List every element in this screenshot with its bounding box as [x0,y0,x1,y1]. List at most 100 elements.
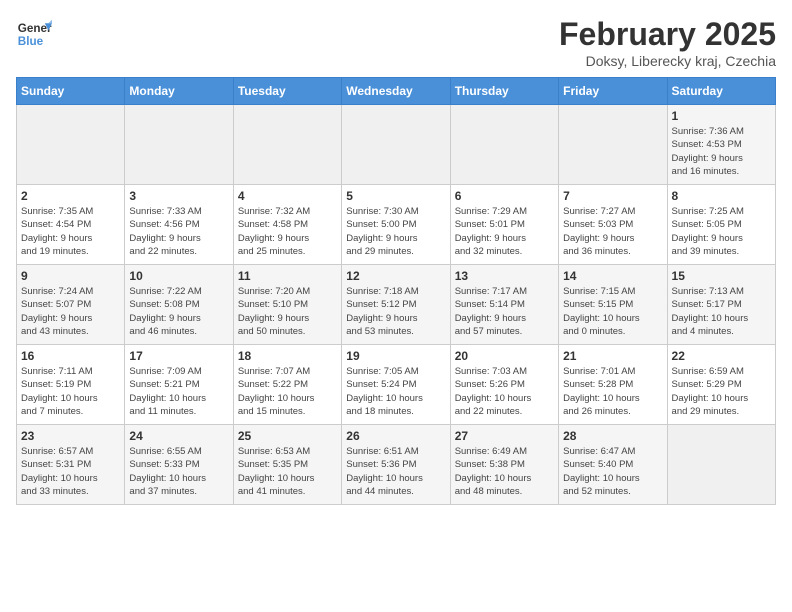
day-info: Sunrise: 7:01 AM Sunset: 5:28 PM Dayligh… [563,365,662,418]
day-number: 23 [21,429,120,443]
day-number: 24 [129,429,228,443]
calendar-cell: 25 Sunrise: 6:53 AM Sunset: 5:35 PM Dayli… [233,425,341,505]
calendar-cell [342,105,450,185]
day-info: Sunrise: 7:11 AM Sunset: 5:19 PM Dayligh… [21,365,120,418]
day-info: Sunrise: 7:15 AM Sunset: 5:15 PM Dayligh… [563,285,662,338]
day-number: 3 [129,189,228,203]
calendar-cell: 11 Sunrise: 7:20 AM Sunset: 5:10 PM Dayli… [233,265,341,345]
month-title: February 2025 [559,16,776,53]
calendar-cell: 19 Sunrise: 7:05 AM Sunset: 5:24 PM Dayli… [342,345,450,425]
calendar-week-row: 9 Sunrise: 7:24 AM Sunset: 5:07 PM Daylig… [17,265,776,345]
day-number: 16 [21,349,120,363]
calendar-cell [450,105,558,185]
calendar-cell: 23 Sunrise: 6:57 AM Sunset: 5:31 PM Dayli… [17,425,125,505]
day-info: Sunrise: 7:25 AM Sunset: 5:05 PM Dayligh… [672,205,771,258]
day-info: Sunrise: 7:22 AM Sunset: 5:08 PM Dayligh… [129,285,228,338]
calendar-cell: 5 Sunrise: 7:30 AM Sunset: 5:00 PM Daylig… [342,185,450,265]
title-block: February 2025 Doksy, Liberecky kraj, Cze… [559,16,776,69]
calendar-cell: 7 Sunrise: 7:27 AM Sunset: 5:03 PM Daylig… [559,185,667,265]
calendar-cell: 21 Sunrise: 7:01 AM Sunset: 5:28 PM Dayli… [559,345,667,425]
day-number: 9 [21,269,120,283]
col-header-monday: Monday [125,78,233,105]
page-header: General Blue February 2025 Doksy, Libere… [16,16,776,69]
col-header-saturday: Saturday [667,78,775,105]
day-info: Sunrise: 6:47 AM Sunset: 5:40 PM Dayligh… [563,445,662,498]
calendar-cell [125,105,233,185]
day-number: 14 [563,269,662,283]
day-number: 5 [346,189,445,203]
calendar-cell [17,105,125,185]
day-number: 8 [672,189,771,203]
day-info: Sunrise: 7:09 AM Sunset: 5:21 PM Dayligh… [129,365,228,418]
day-info: Sunrise: 7:07 AM Sunset: 5:22 PM Dayligh… [238,365,337,418]
day-info: Sunrise: 7:29 AM Sunset: 5:01 PM Dayligh… [455,205,554,258]
day-info: Sunrise: 6:57 AM Sunset: 5:31 PM Dayligh… [21,445,120,498]
day-info: Sunrise: 6:59 AM Sunset: 5:29 PM Dayligh… [672,365,771,418]
location-subtitle: Doksy, Liberecky kraj, Czechia [559,53,776,69]
logo: General Blue [16,16,52,52]
calendar-cell: 2Sunrise: 7:35 AM Sunset: 4:54 PM Daylig… [17,185,125,265]
day-number: 6 [455,189,554,203]
day-info: Sunrise: 7:33 AM Sunset: 4:56 PM Dayligh… [129,205,228,258]
calendar-week-row: 16 Sunrise: 7:11 AM Sunset: 5:19 PM Dayli… [17,345,776,425]
calendar-cell: 28 Sunrise: 6:47 AM Sunset: 5:40 PM Dayli… [559,425,667,505]
day-number: 18 [238,349,337,363]
day-number: 10 [129,269,228,283]
calendar-week-row: 1Sunrise: 7:36 AM Sunset: 4:53 PM Daylig… [17,105,776,185]
calendar-cell: 8 Sunrise: 7:25 AM Sunset: 5:05 PM Daylig… [667,185,775,265]
day-number: 15 [672,269,771,283]
calendar-cell: 3 Sunrise: 7:33 AM Sunset: 4:56 PM Daylig… [125,185,233,265]
col-header-friday: Friday [559,78,667,105]
calendar-cell: 27 Sunrise: 6:49 AM Sunset: 5:38 PM Dayli… [450,425,558,505]
day-number: 13 [455,269,554,283]
calendar-week-row: 2Sunrise: 7:35 AM Sunset: 4:54 PM Daylig… [17,185,776,265]
calendar-cell: 17 Sunrise: 7:09 AM Sunset: 5:21 PM Dayli… [125,345,233,425]
calendar-cell: 12Sunrise: 7:18 AM Sunset: 5:12 PM Dayli… [342,265,450,345]
day-number: 17 [129,349,228,363]
calendar-cell: 6 Sunrise: 7:29 AM Sunset: 5:01 PM Daylig… [450,185,558,265]
calendar-cell [233,105,341,185]
calendar-cell: 10 Sunrise: 7:22 AM Sunset: 5:08 PM Dayli… [125,265,233,345]
calendar-cell: 9 Sunrise: 7:24 AM Sunset: 5:07 PM Daylig… [17,265,125,345]
day-number: 21 [563,349,662,363]
calendar-cell: 4 Sunrise: 7:32 AM Sunset: 4:58 PM Daylig… [233,185,341,265]
col-header-wednesday: Wednesday [342,78,450,105]
calendar-cell: 18 Sunrise: 7:07 AM Sunset: 5:22 PM Dayli… [233,345,341,425]
day-number: 20 [455,349,554,363]
day-number: 28 [563,429,662,443]
col-header-sunday: Sunday [17,78,125,105]
calendar-cell: 15 Sunrise: 7:13 AM Sunset: 5:17 PM Dayli… [667,265,775,345]
calendar-cell: 20 Sunrise: 7:03 AM Sunset: 5:26 PM Dayli… [450,345,558,425]
day-number: 25 [238,429,337,443]
day-info: Sunrise: 7:27 AM Sunset: 5:03 PM Dayligh… [563,205,662,258]
day-number: 19 [346,349,445,363]
calendar-cell: 1Sunrise: 7:36 AM Sunset: 4:53 PM Daylig… [667,105,775,185]
col-header-tuesday: Tuesday [233,78,341,105]
day-info: Sunrise: 7:13 AM Sunset: 5:17 PM Dayligh… [672,285,771,338]
day-number: 27 [455,429,554,443]
day-number: 4 [238,189,337,203]
day-info: Sunrise: 7:32 AM Sunset: 4:58 PM Dayligh… [238,205,337,258]
day-number: 22 [672,349,771,363]
calendar-cell: 22 Sunrise: 6:59 AM Sunset: 5:29 PM Dayli… [667,345,775,425]
day-info: Sunrise: 6:55 AM Sunset: 5:33 PM Dayligh… [129,445,228,498]
day-info: Sunrise: 7:24 AM Sunset: 5:07 PM Dayligh… [21,285,120,338]
day-info: Sunrise: 7:03 AM Sunset: 5:26 PM Dayligh… [455,365,554,418]
svg-text:Blue: Blue [18,35,44,48]
day-info: Sunrise: 6:53 AM Sunset: 5:35 PM Dayligh… [238,445,337,498]
day-number: 26 [346,429,445,443]
day-info: Sunrise: 7:35 AM Sunset: 4:54 PM Dayligh… [21,205,120,258]
calendar-cell: 26Sunrise: 6:51 AM Sunset: 5:36 PM Dayli… [342,425,450,505]
day-number: 12 [346,269,445,283]
calendar-cell: 24 Sunrise: 6:55 AM Sunset: 5:33 PM Dayli… [125,425,233,505]
calendar-cell [667,425,775,505]
day-info: Sunrise: 7:30 AM Sunset: 5:00 PM Dayligh… [346,205,445,258]
calendar-header-row: SundayMondayTuesdayWednesdayThursdayFrid… [17,78,776,105]
calendar-week-row: 23 Sunrise: 6:57 AM Sunset: 5:31 PM Dayli… [17,425,776,505]
day-info: Sunrise: 6:49 AM Sunset: 5:38 PM Dayligh… [455,445,554,498]
day-number: 11 [238,269,337,283]
day-number: 7 [563,189,662,203]
calendar-cell: 13Sunrise: 7:17 AM Sunset: 5:14 PM Dayli… [450,265,558,345]
day-info: Sunrise: 7:05 AM Sunset: 5:24 PM Dayligh… [346,365,445,418]
day-info: Sunrise: 7:20 AM Sunset: 5:10 PM Dayligh… [238,285,337,338]
